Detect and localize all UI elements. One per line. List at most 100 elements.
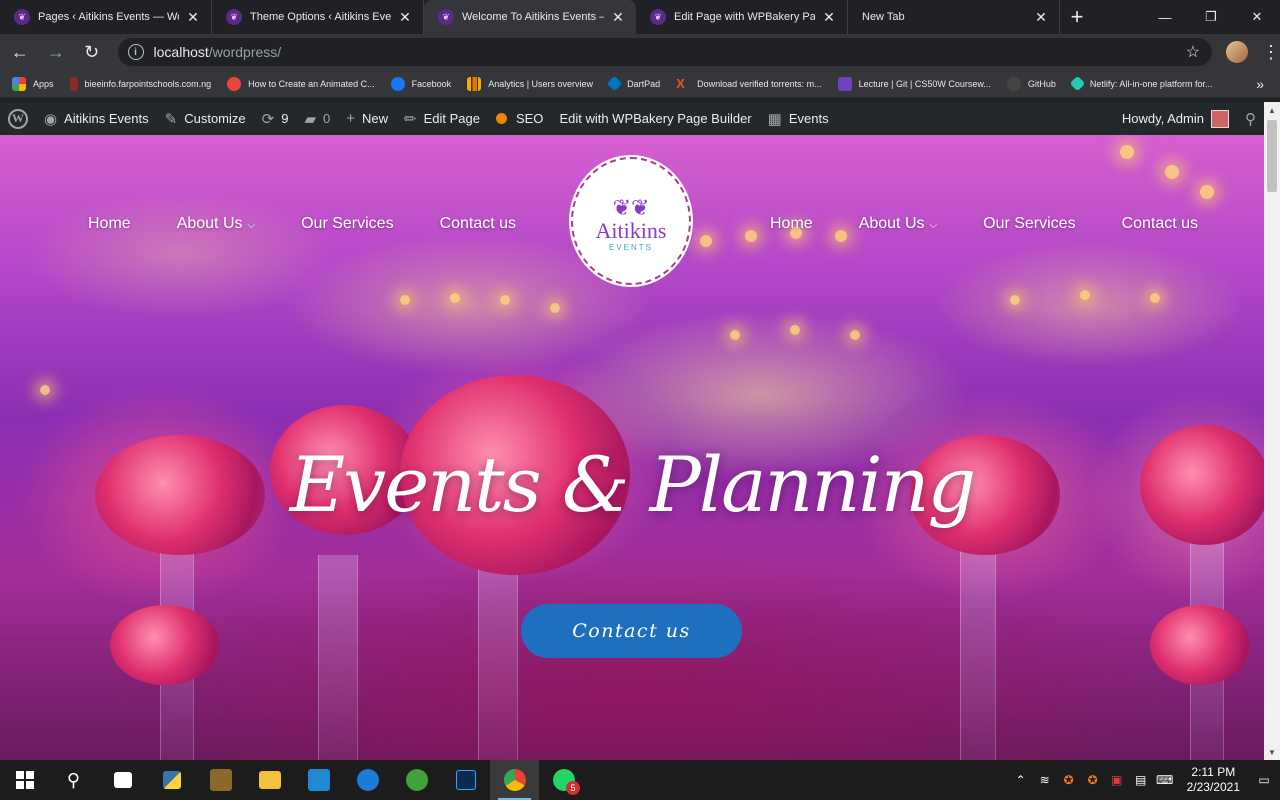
nav-home[interactable]: Home <box>770 215 813 233</box>
aitikins-favicon: ❦ <box>438 9 454 25</box>
aitikins-favicon: ❦ <box>226 9 242 25</box>
start-button[interactable] <box>0 760 49 800</box>
xampp-icon[interactable]: ✪ <box>1057 773 1081 787</box>
bieeinfo-icon <box>69 76 78 91</box>
scroll-up-icon[interactable]: ▲ <box>1264 102 1280 118</box>
search-button[interactable]: ⚲ <box>49 760 98 800</box>
notifications-icon[interactable]: ▭ <box>1252 773 1276 787</box>
tab-new-tab[interactable]: New Tab ✕ <box>848 0 1060 34</box>
taskbar-store[interactable] <box>98 760 147 800</box>
nav-our-services[interactable]: Our Services <box>983 215 1075 233</box>
scroll-down-icon[interactable]: ▼ <box>1264 744 1280 760</box>
wp-admin-bar: W ◉ Aitikins Events ✎ Customize ⟳ 9 ▰ 0 + New… <box>0 102 1264 135</box>
bookmark-star-icon[interactable]: ☆ <box>1186 42 1200 62</box>
taskbar-whatsapp[interactable]: 5 <box>539 760 588 800</box>
wp-updates[interactable]: ⟳ 9 <box>254 102 297 135</box>
bookmark-dartpad[interactable]: DartPad <box>606 75 660 92</box>
clock-date: 2/23/2021 <box>1186 780 1240 794</box>
bookmark-torrents[interactable]: X Download verified torrents: m... <box>676 76 822 91</box>
wp-seo[interactable]: SEO <box>488 102 551 135</box>
taskbar-python[interactable] <box>147 760 196 800</box>
wp-events[interactable]: ▦ Events <box>760 102 837 135</box>
taskbar-explorer[interactable] <box>245 760 294 800</box>
browser-menu-icon[interactable]: ⋮ <box>1262 42 1280 63</box>
edge-icon <box>356 769 379 791</box>
minimize-icon[interactable]: — <box>1142 0 1188 34</box>
tab-theme-options[interactable]: ❦ Theme Options ‹ Aitikins Events — Word… <box>212 0 424 34</box>
site-logo[interactable]: ❦❦ Aitikins EVENTS <box>571 157 691 285</box>
bookmark-apps[interactable]: Apps <box>12 76 54 91</box>
taskbar-photoshop[interactable] <box>441 760 490 800</box>
wp-wpbakery[interactable]: Edit with WPBakery Page Builder <box>551 102 759 135</box>
system-clock[interactable]: 2:11 PM 2/23/2021 <box>1187 765 1240 795</box>
netlify-icon <box>1069 75 1086 92</box>
network-alert-icon[interactable]: ▣ <box>1105 773 1129 787</box>
dartpad-icon <box>606 75 623 92</box>
address-bar[interactable]: i localhost/wordpress/ ☆ <box>117 38 1213 66</box>
forward-icon[interactable]: → <box>40 36 72 68</box>
nav-home[interactable]: Home <box>88 215 131 233</box>
xampp-icon[interactable]: ✪ <box>1081 773 1105 787</box>
taskbar-edge[interactable] <box>343 760 392 800</box>
notes-icon[interactable]: ▤ <box>1129 773 1153 787</box>
wp-search[interactable]: ⚲ <box>1237 102 1264 135</box>
nav-contact-us[interactable]: Contact us <box>1122 215 1198 233</box>
bookmark-animated[interactable]: How to Create an Animated C... <box>227 76 375 91</box>
tab-edit-wpbakery[interactable]: ❦ Edit Page with WPBakery Page Builder ✕ <box>636 0 848 34</box>
bookmark-analytics[interactable]: Analytics | Users overview <box>467 76 593 91</box>
contact-us-button[interactable]: Contact us <box>521 604 742 658</box>
nav-our-services[interactable]: Our Services <box>301 215 393 233</box>
taskbar-vscode[interactable] <box>294 760 343 800</box>
restore-icon[interactable]: ❐ <box>1188 0 1234 34</box>
close-tab-icon[interactable]: ✕ <box>610 9 626 26</box>
close-tab-icon[interactable]: ✕ <box>821 9 837 26</box>
new-label: New <box>362 111 389 126</box>
flower-bouquet <box>1150 605 1250 685</box>
nav-contact-us[interactable]: Contact us <box>440 215 516 233</box>
glass-vase <box>960 545 996 760</box>
wp-logo-menu[interactable]: W <box>0 102 36 135</box>
site-nav-right: Home About Us ⌵ Our Services Contact us <box>770 215 1198 233</box>
github-icon <box>1006 76 1021 91</box>
bookmark-bieeinfo[interactable]: bieeinfo.farpointschools.com.ng <box>69 76 211 91</box>
vscode-icon <box>307 769 330 791</box>
wifi-icon[interactable]: ≋ <box>1033 773 1057 787</box>
close-window-icon[interactable]: ✕ <box>1234 0 1280 34</box>
new-tab-button[interactable]: + <box>1060 0 1094 34</box>
wp-comments[interactable]: ▰ 0 <box>296 102 338 135</box>
taskbar-dosbox[interactable] <box>196 760 245 800</box>
nav-about-us[interactable]: About Us ⌵ <box>859 215 937 233</box>
tab-welcome[interactable]: ❦ Welcome To Aitikins Events – Aitikins … <box>424 0 636 34</box>
back-icon[interactable]: ← <box>4 36 36 68</box>
close-tab-icon[interactable]: ✕ <box>397 9 413 26</box>
chandelier-light <box>1010 295 1020 305</box>
site-info-icon[interactable]: i <box>127 44 144 60</box>
keyboard-icon[interactable]: ⌨ <box>1153 773 1177 787</box>
taskbar-camtasia[interactable] <box>392 760 441 800</box>
profile-avatar[interactable] <box>1226 41 1249 63</box>
bookmark-cs50w[interactable]: Lecture | Git | CS50W Coursew... <box>837 76 991 91</box>
tab-pages[interactable]: ❦ Pages ‹ Aitikins Events — WordPress ✕ <box>0 0 212 34</box>
glass-vase <box>318 555 358 760</box>
nav-about-us[interactable]: About Us ⌵ <box>177 215 255 233</box>
bookmark-netlify[interactable]: Netlify: All-in-one platform for... <box>1069 75 1212 92</box>
wp-edit-page[interactable]: ✏ Edit Page <box>396 102 488 135</box>
wp-new[interactable]: + New <box>338 102 396 135</box>
howdy-label: Howdy, Admin <box>1121 111 1204 126</box>
wp-customize[interactable]: ✎ Customize <box>157 102 254 135</box>
scrollbar-thumb[interactable] <box>1267 120 1277 192</box>
flower-bouquet <box>110 605 220 685</box>
page-scrollbar[interactable]: ▲ ▼ <box>1264 102 1280 760</box>
show-hidden-icons-icon[interactable]: ⌃ <box>1009 773 1033 787</box>
reload-icon[interactable]: ↻ <box>76 36 108 68</box>
search-icon: ⚲ <box>1245 110 1256 128</box>
wp-howdy[interactable]: Howdy, Admin <box>1114 102 1237 135</box>
bookmark-facebook[interactable]: Facebook <box>390 76 451 91</box>
wp-site-name[interactable]: ◉ Aitikins Events <box>36 102 157 135</box>
close-tab-icon[interactable]: ✕ <box>1033 9 1049 26</box>
plus-icon: + <box>346 110 355 127</box>
close-tab-icon[interactable]: ✕ <box>185 9 201 26</box>
bookmark-github[interactable]: GitHub <box>1006 76 1056 91</box>
more-bookmarks-icon[interactable]: » <box>1256 76 1264 92</box>
taskbar-chrome[interactable] <box>490 760 539 800</box>
